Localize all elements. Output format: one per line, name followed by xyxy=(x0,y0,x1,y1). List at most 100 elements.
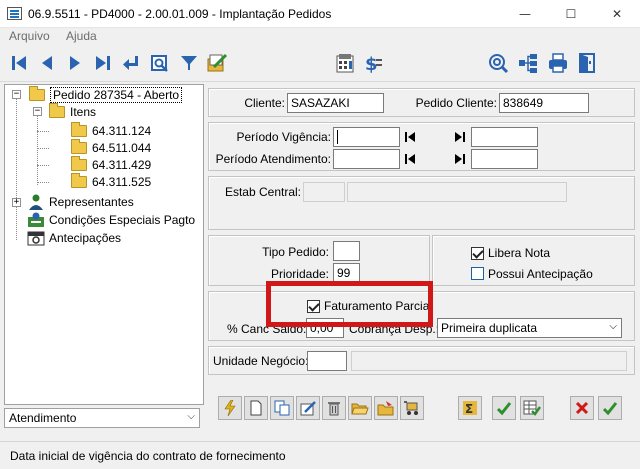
tree-view-select[interactable]: Atendimento ⌵ xyxy=(4,408,200,428)
cart-icon[interactable] xyxy=(400,396,424,420)
prioridade-field[interactable]: 99 xyxy=(333,263,360,283)
menu-arquivo[interactable]: Arquivo xyxy=(9,29,50,43)
atendimento-start-field[interactable] xyxy=(333,149,400,169)
unidade-panel: Unidade Negócio: xyxy=(208,346,635,375)
tree-node-label: Itens xyxy=(70,104,97,119)
checkmark-green-icon[interactable] xyxy=(492,396,516,420)
open-folder-icon[interactable] xyxy=(348,396,372,420)
tree-node-antecipacoes[interactable]: Antecipações xyxy=(27,229,121,246)
sum-icon[interactable]: Σ xyxy=(458,396,482,420)
folder-arrow-icon[interactable] xyxy=(374,396,398,420)
new-document-icon[interactable] xyxy=(244,396,268,420)
tree-connector xyxy=(37,115,38,185)
tree-node-label: Condições Especiais Pagto xyxy=(49,212,196,227)
tree-root-order[interactable]: Pedido 287354 - Aberto xyxy=(29,85,183,103)
status-bar: Data inicial de vigência do contrato de … xyxy=(0,441,640,469)
collapse-toggle[interactable]: − xyxy=(12,90,21,99)
cliente-field[interactable]: SASAZAKI xyxy=(287,93,384,113)
pedido-cliente-field[interactable]: 838649 xyxy=(499,93,589,113)
minimize-button[interactable]: — xyxy=(502,0,548,28)
people-icon xyxy=(29,194,43,210)
vigencia-start-field[interactable]: ​ xyxy=(333,127,400,147)
tree-structure-icon[interactable] xyxy=(516,51,540,75)
estab-panel: Estab Central: xyxy=(208,176,635,230)
cobranca-desp-select[interactable]: Primeira duplicata ⌵ xyxy=(437,318,622,338)
libera-nota-label: Libera Nota xyxy=(488,246,551,260)
tipo-pedido-label: Tipo Pedido: xyxy=(262,245,329,259)
unidade-negocio-field[interactable] xyxy=(307,351,347,371)
last-date-icon[interactable] xyxy=(452,149,468,169)
collapse-toggle[interactable]: − xyxy=(33,107,42,116)
lightning-icon[interactable] xyxy=(218,396,242,420)
cobranca-desp-value: Primeira duplicata xyxy=(441,321,538,335)
confirm-icon[interactable] xyxy=(598,396,622,420)
dollar-icon[interactable]: $ xyxy=(360,51,384,75)
tree-node-label: Representantes xyxy=(49,194,134,209)
tree-connector xyxy=(37,182,49,183)
search-globe-icon[interactable] xyxy=(486,51,510,75)
cancel-icon[interactable] xyxy=(570,396,594,420)
last-date-icon[interactable] xyxy=(452,127,468,147)
tree-item[interactable]: 64.511.044 xyxy=(71,138,151,156)
grid-check-icon[interactable] xyxy=(520,396,544,420)
edit-pencil-icon[interactable] xyxy=(296,396,320,420)
tipo-pedido-field[interactable] xyxy=(333,241,360,261)
action-bar: Σ xyxy=(208,393,635,429)
tree-node-itens[interactable]: Itens xyxy=(49,102,97,120)
chevron-down-icon: ⌵ xyxy=(609,321,617,332)
calculator-icon[interactable] xyxy=(333,51,357,75)
first-date-icon[interactable] xyxy=(402,127,418,147)
expand-toggle[interactable]: + xyxy=(12,198,21,207)
tree-node-condicoes[interactable]: Condições Especiais Pagto xyxy=(27,211,195,228)
close-window-button[interactable]: ✕ xyxy=(594,0,640,28)
window-title: 06.9.5511 - PD4000 - 2.00.01.009 - Impla… xyxy=(28,7,332,21)
first-record-icon[interactable] xyxy=(8,51,30,75)
exit-door-icon[interactable] xyxy=(575,51,599,75)
last-record-icon[interactable] xyxy=(92,51,114,75)
tree-item[interactable]: 64.311.429 xyxy=(71,155,151,173)
status-message: Data inicial de vigência do contrato de … xyxy=(10,449,286,463)
tree-node-representantes[interactable]: Representantes xyxy=(27,193,134,210)
tree-connector xyxy=(37,148,49,149)
prioridade-label: Prioridade: xyxy=(270,267,329,281)
menu-bar: Arquivo Ajuda xyxy=(0,28,640,46)
return-icon[interactable] xyxy=(119,51,143,75)
title-bar: 06.9.5511 - PD4000 - 2.00.01.009 - Impla… xyxy=(0,0,640,28)
vigencia-end-field[interactable] xyxy=(471,127,538,147)
menu-ajuda[interactable]: Ajuda xyxy=(66,29,97,43)
tipo-panel: Tipo Pedido: Prioridade: 99 xyxy=(208,235,430,286)
chevron-down-icon: ⌵ xyxy=(187,411,195,422)
preview-icon[interactable] xyxy=(148,51,172,75)
folder-icon xyxy=(71,121,87,137)
tree-view-select-value: Atendimento xyxy=(9,411,77,425)
next-record-icon[interactable] xyxy=(64,51,86,75)
folder-icon xyxy=(29,85,45,101)
possui-antecipacao-checkbox[interactable] xyxy=(471,267,484,280)
unidade-negocio-label: Unidade Negócio: xyxy=(213,354,309,368)
main-toolbar: $ xyxy=(0,46,640,82)
folder-icon xyxy=(71,138,87,154)
print-icon[interactable] xyxy=(546,51,570,75)
filter-icon[interactable] xyxy=(177,51,201,75)
periodo-atendimento-label: Período Atendimento: xyxy=(215,152,331,166)
tree-connector xyxy=(16,98,17,240)
periods-panel: Período Vigência: ​ Período Atendimento: xyxy=(208,122,635,171)
previous-record-icon[interactable] xyxy=(36,51,58,75)
copy-documents-icon[interactable] xyxy=(270,396,294,420)
atendimento-end-field[interactable] xyxy=(471,149,538,169)
libera-nota-checkbox[interactable] xyxy=(471,247,484,260)
estab-central-label: Estab Central: xyxy=(224,185,301,199)
edit-document-icon[interactable] xyxy=(205,51,229,75)
maximize-button[interactable]: ☐ xyxy=(548,0,594,28)
tree-connector xyxy=(37,165,49,166)
order-tree[interactable]: − Pedido 287354 - Aberto − Itens 64.311.… xyxy=(4,84,204,405)
trash-icon[interactable] xyxy=(322,396,346,420)
tree-item[interactable]: 64.311.525 xyxy=(71,172,152,190)
highlight-annotation xyxy=(266,281,433,327)
folder-icon xyxy=(49,102,65,118)
folder-icon xyxy=(71,172,87,188)
tree-item[interactable]: 64.311.124 xyxy=(71,121,151,139)
svg-text:Σ: Σ xyxy=(465,402,473,416)
first-date-icon[interactable] xyxy=(402,149,418,169)
tree-item-label: 64.311.525 xyxy=(92,174,152,189)
